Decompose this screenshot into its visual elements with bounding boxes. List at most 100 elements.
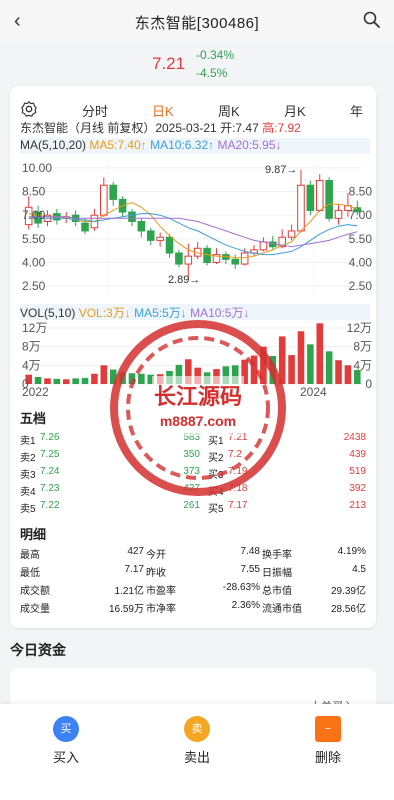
volume-bar bbox=[335, 360, 342, 384]
price-axis-label-right: 5.50 bbox=[349, 232, 373, 246]
ma5-value: MA5:7.40↑ bbox=[89, 138, 147, 152]
vol-axis-label-right: 12万 bbox=[347, 322, 372, 335]
buy-volume: 519 bbox=[349, 466, 366, 477]
sell-icon: 卖 bbox=[184, 716, 210, 742]
volume-bar bbox=[203, 372, 211, 384]
buy-volume: 213 bbox=[349, 500, 366, 511]
vol-ma5-value: MA5:5万↓ bbox=[134, 306, 187, 320]
x-axis-label: 2022 bbox=[22, 385, 49, 398]
buy-icon: 买 bbox=[53, 716, 79, 742]
volume-bar bbox=[241, 359, 248, 384]
page-title: 东杰智能[300486] bbox=[134, 15, 260, 32]
detail-label: 最高 bbox=[20, 550, 40, 561]
search-icon[interactable] bbox=[362, 10, 382, 30]
price-axis-label: 4.00 bbox=[22, 255, 46, 269]
orderbook: 卖1 7.26 583 买1 7.21 2438 卖2 7.25 350 买2 7.2 439 卖3 7.… bbox=[20, 430, 370, 515]
x-axis-label: 2024 bbox=[300, 385, 327, 398]
detail-value: 427 bbox=[127, 546, 144, 557]
volume-bar bbox=[53, 378, 61, 384]
gear-icon[interactable] bbox=[20, 100, 38, 118]
detail-value: 7.48 bbox=[240, 546, 260, 557]
volume-bar bbox=[44, 378, 51, 384]
detail-value: -28.63% bbox=[222, 582, 260, 593]
candle-body bbox=[184, 255, 193, 265]
buy-level-label: 买5 bbox=[208, 504, 224, 515]
detail-row: 最低 7.17 昨收 7.55 日振幅 4.5 bbox=[20, 562, 370, 580]
detail-value: 4.5 bbox=[352, 564, 366, 575]
buy-level-label: 买4 bbox=[208, 487, 224, 498]
buy-price: 7.2 bbox=[228, 449, 242, 460]
orderbook-row: 卖5 7.22 261 买5 7.17 213 bbox=[20, 498, 370, 515]
volume-bar bbox=[100, 365, 108, 384]
candle-body bbox=[156, 236, 164, 241]
volume-bar bbox=[109, 369, 117, 384]
ma20-value: MA20:5.95↓ bbox=[217, 138, 282, 152]
volume-bar bbox=[222, 366, 230, 384]
price-axis-label: 10.00 bbox=[22, 161, 52, 175]
vol-axis-label: 8万 bbox=[22, 340, 41, 354]
tab-daily-k[interactable]: 日K bbox=[152, 101, 174, 120]
price-change: -0.34% bbox=[196, 48, 235, 62]
sell-volume: 427 bbox=[183, 483, 200, 494]
chart-card: 分时 日K 周K 月K 年 东杰智能（月线 前复权）2025-03-21 开:7… bbox=[10, 86, 376, 628]
buy-button[interactable]: 买 买入 bbox=[36, 716, 96, 766]
detail-value: 7.17 bbox=[124, 564, 144, 575]
volume-bar bbox=[325, 351, 333, 384]
price-header: 7.21 -0.34% -4.5% bbox=[0, 44, 394, 84]
tab-weekly-k[interactable]: 周K bbox=[218, 101, 240, 120]
top-bar: ‹ 东杰智能[300486] bbox=[0, 0, 394, 44]
candle-body bbox=[315, 179, 324, 211]
orderbook-title: 五档 bbox=[20, 411, 47, 426]
volume-chart[interactable]: 12万 12万8万 8万4万 4万0 02022 2024 bbox=[10, 322, 376, 398]
sell-volume: 261 bbox=[183, 500, 200, 511]
detail-label: 总市值 bbox=[262, 586, 292, 597]
candlestick-chart[interactable]: 10.00 8.50 7.00 5.50 4.00 2.50 8.50 7.00 5.50 4.0… bbox=[10, 154, 376, 304]
price-axis-label: 2.50 bbox=[22, 279, 46, 293]
tab-yearly[interactable]: 年 bbox=[350, 101, 363, 120]
buy-level-label: 买2 bbox=[208, 453, 224, 464]
sell-level-label: 卖3 bbox=[20, 470, 36, 481]
tab-intraday[interactable]: 分时 bbox=[82, 101, 108, 120]
vol-value: VOL:3万↓ bbox=[78, 306, 131, 320]
ma-label: MA(5,10,20) bbox=[20, 138, 87, 152]
detail-label: 日振幅 bbox=[262, 568, 292, 579]
volume-bar bbox=[297, 331, 305, 384]
candle-body bbox=[146, 230, 155, 241]
detail-label: 成交额 bbox=[20, 586, 50, 597]
orderbook-row: 卖3 7.24 373 买3 7.19 519 bbox=[20, 464, 370, 481]
sell-level-label: 卖5 bbox=[20, 504, 36, 515]
volume-bar bbox=[34, 377, 42, 384]
volume-bar bbox=[166, 370, 173, 384]
vol-axis-label: 4万 bbox=[22, 358, 41, 372]
vol-axis-label-right: 8万 bbox=[353, 340, 372, 354]
detail-row: 成交额 1.21亿 市盈率 -28.63% 总市值 29.39亿 bbox=[20, 580, 370, 598]
detail-label: 市盈率 bbox=[146, 586, 176, 597]
buy-label: 买入 bbox=[52, 750, 79, 765]
candle-body bbox=[231, 258, 240, 265]
buy-volume: 2438 bbox=[343, 432, 366, 443]
buy-price: 7.19 bbox=[228, 466, 248, 477]
buy-price: 7.18 bbox=[228, 483, 248, 494]
detail-value: 1.21亿 bbox=[114, 586, 144, 597]
candle-body bbox=[287, 230, 296, 238]
buy-level-label: 买3 bbox=[208, 470, 224, 481]
candle-body bbox=[334, 209, 343, 219]
sell-price: 7.22 bbox=[40, 500, 60, 511]
price-axis-label-right: 2.50 bbox=[349, 279, 373, 293]
price-change-percent: -4.5% bbox=[196, 66, 228, 80]
sell-button[interactable]: 卖 卖出 bbox=[167, 716, 227, 766]
volume-bar bbox=[316, 323, 324, 384]
sell-label: 卖出 bbox=[183, 750, 210, 765]
detail-label: 成交量 bbox=[20, 604, 50, 615]
sell-level-label: 卖2 bbox=[20, 453, 36, 464]
price-axis-label: 8.50 bbox=[22, 185, 46, 199]
delete-icon: − bbox=[315, 716, 341, 742]
min-annotation: 2.89→ bbox=[168, 274, 200, 286]
tab-monthly-k[interactable]: 月K bbox=[284, 101, 306, 120]
price-axis-label-right: 8.50 bbox=[349, 185, 373, 199]
vol-axis-label-right: 0 bbox=[365, 377, 372, 391]
volume-bar bbox=[175, 364, 183, 384]
delete-button[interactable]: − 删除 bbox=[298, 716, 358, 766]
detail-label: 市净率 bbox=[146, 604, 176, 615]
volume-bar bbox=[344, 365, 352, 384]
